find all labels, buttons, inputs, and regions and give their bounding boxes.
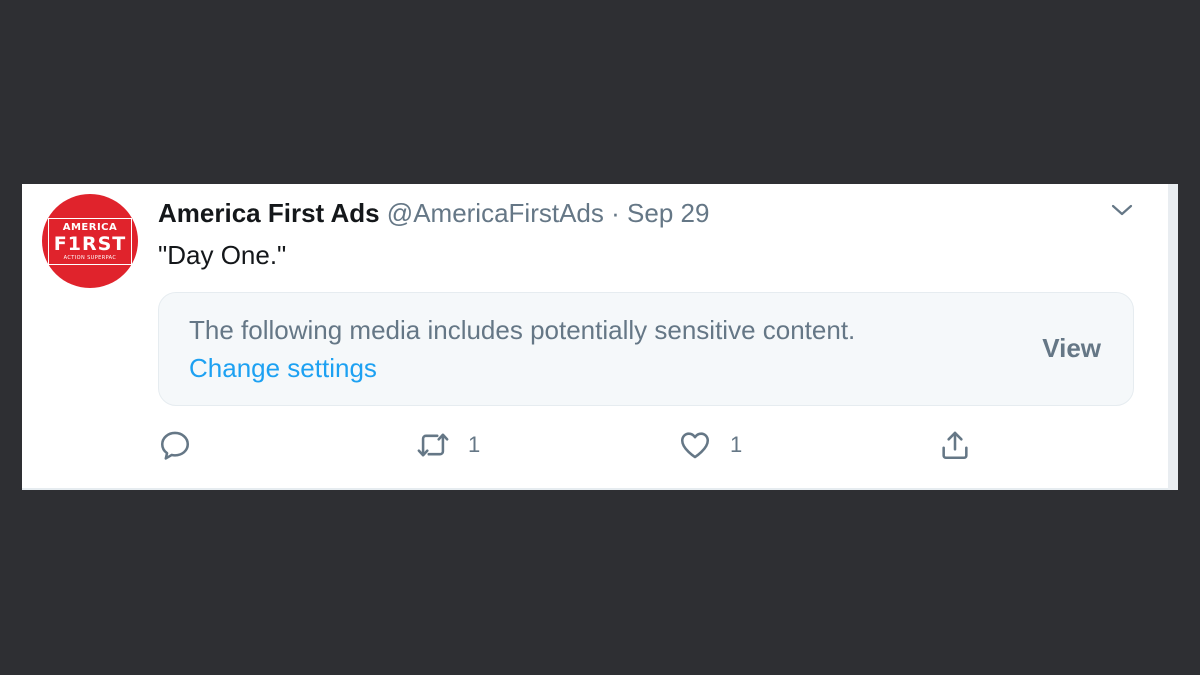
chevron-down-icon[interactable] (1110, 198, 1134, 222)
display-name[interactable]: America First Ads (158, 198, 380, 228)
like-count: 1 (730, 432, 743, 457)
tweet-date[interactable]: Sep 29 (627, 198, 709, 228)
like-button[interactable]: 1 (678, 428, 742, 462)
retweet-count: 1 (468, 432, 481, 457)
sensitive-media-notice: The following media includes potentially… (158, 292, 1134, 406)
avatar-logo-line2: F1RST (53, 232, 127, 255)
dot-separator: · (611, 198, 620, 228)
reply-icon (160, 431, 190, 460)
tweet-text: "Day One." (158, 240, 287, 270)
share-button[interactable] (938, 428, 990, 462)
heart-icon (680, 432, 710, 459)
handle[interactable]: @AmericaFirstAds (387, 198, 604, 228)
retweet-button[interactable]: 1 (416, 428, 480, 462)
tweet-card[interactable]: AMERICA F1RST ACTION SUPERPAC America Fi… (22, 184, 1178, 490)
sensitive-message: The following media includes potentially… (189, 315, 856, 345)
change-settings-link[interactable]: Change settings (189, 353, 377, 384)
avatar-logo: AMERICA F1RST ACTION SUPERPAC (47, 217, 133, 265)
share-icon (942, 431, 968, 460)
avatar-logo-line1: AMERICA (62, 221, 118, 233)
view-button[interactable]: View (1042, 333, 1101, 364)
avatar-logo-line3: ACTION SUPERPAC (63, 254, 117, 261)
reply-button[interactable] (158, 428, 210, 462)
retweet-icon (417, 433, 449, 457)
tweet-header: America First Ads @AmericaFirstAds · Sep… (158, 198, 709, 229)
avatar[interactable]: AMERICA F1RST ACTION SUPERPAC (42, 194, 138, 288)
